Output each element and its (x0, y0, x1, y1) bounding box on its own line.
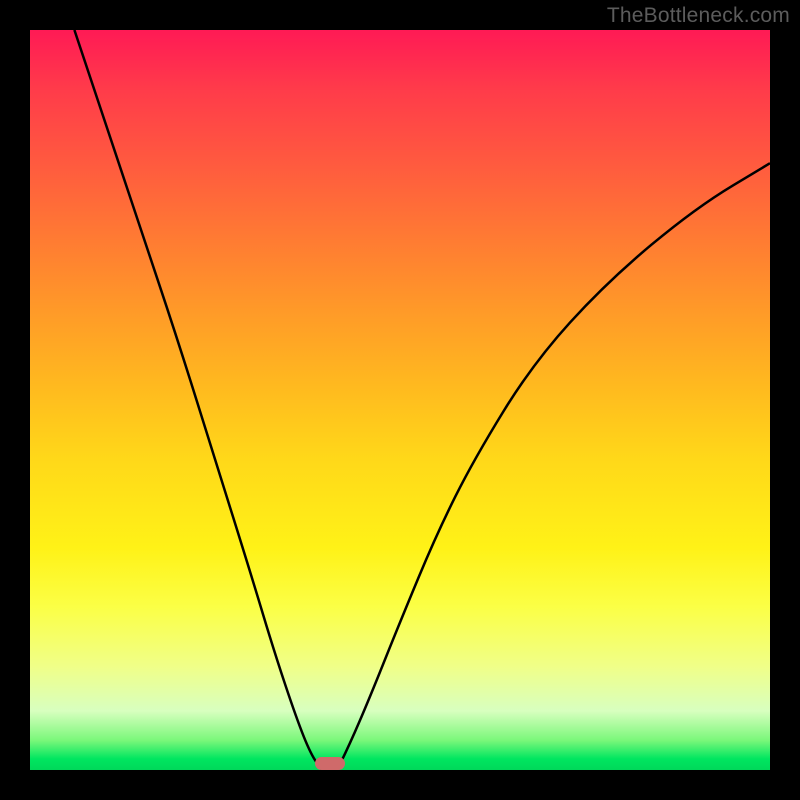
watermark-text: TheBottleneck.com (607, 4, 790, 28)
chart-frame: TheBottleneck.com (0, 0, 800, 800)
curve-left-branch (74, 30, 322, 770)
curve-right-branch (337, 163, 770, 770)
plot-area (30, 30, 770, 770)
minimum-marker (315, 757, 345, 770)
bottleneck-curve (30, 30, 770, 770)
